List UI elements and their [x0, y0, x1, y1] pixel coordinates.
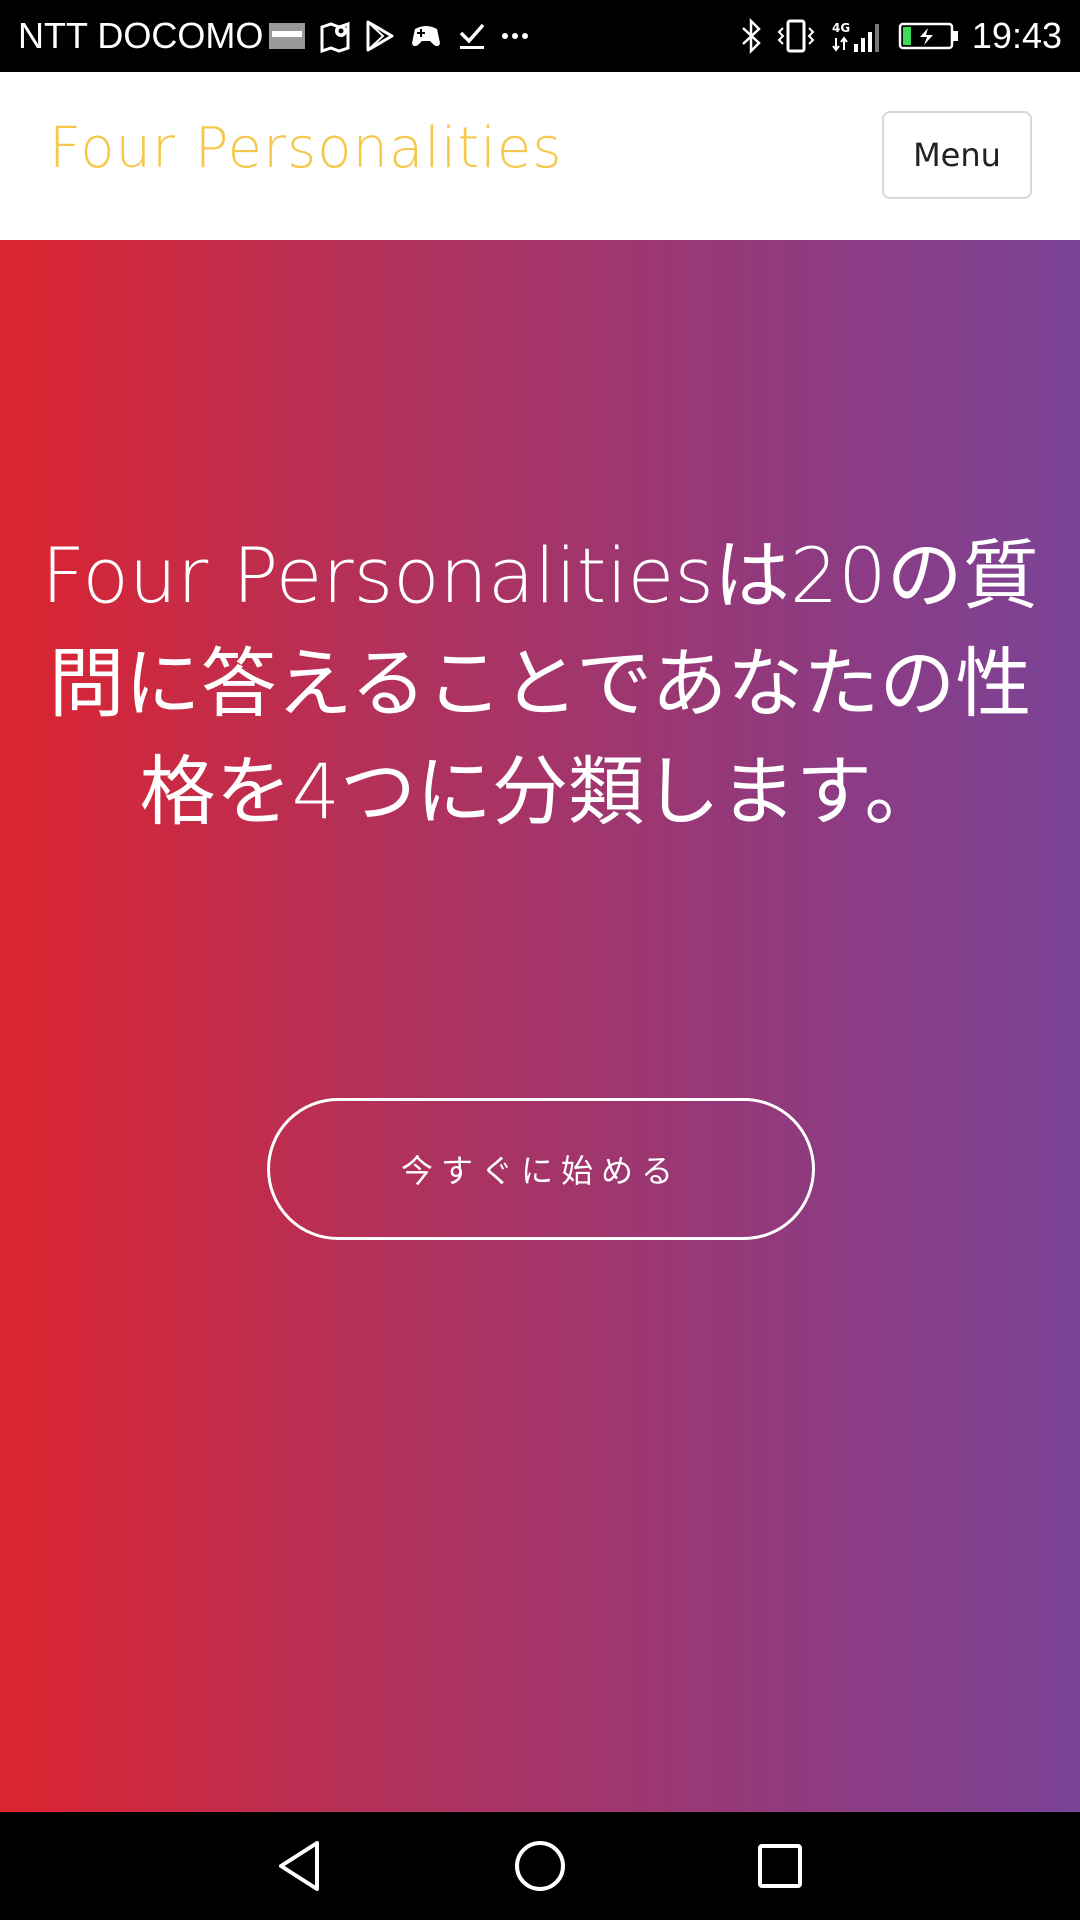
- recents-button[interactable]: [720, 1812, 840, 1920]
- download-done-icon: [457, 21, 487, 51]
- back-button[interactable]: [240, 1812, 360, 1920]
- carrier-name: NTT DOCOMO: [18, 15, 264, 56]
- status-bar: NTT DOCOMO 4G 19:43: [0, 0, 1080, 72]
- play-store-icon: [365, 20, 395, 52]
- app-header: Four Personalities Menu: [0, 72, 1080, 240]
- recents-icon: [758, 1844, 802, 1888]
- bluetooth-icon: [740, 18, 762, 54]
- status-left: NTT DOCOMO: [18, 15, 529, 57]
- svg-text:4G: 4G: [832, 21, 850, 35]
- yahoo-notification-icon: [269, 21, 306, 51]
- home-icon: [515, 1841, 565, 1891]
- game-controller-icon: [409, 21, 443, 51]
- hero-title: Four Personalitiesは20の質問に答えることであなたの性格を4つ…: [41, 531, 1039, 836]
- more-icon: [501, 32, 529, 40]
- back-icon: [279, 1841, 319, 1891]
- screen: NTT DOCOMO 4G 19:43 Four Personalities M…: [0, 0, 1080, 1920]
- hero-section: Four Personalitiesは20の質問に答えることであなたの性格を4つ…: [0, 240, 1080, 1812]
- home-button[interactable]: [480, 1812, 600, 1920]
- vibrate-icon: [776, 18, 816, 54]
- clock: 19:43: [971, 15, 1062, 56]
- start-now-button[interactable]: 今すぐに始める: [267, 1098, 815, 1240]
- signal-icon: 4G: [830, 18, 884, 54]
- brand-logo-link[interactable]: Four Personalities: [49, 116, 563, 181]
- menu-button[interactable]: Menu: [882, 111, 1032, 199]
- battery-charging-icon: [898, 21, 960, 51]
- status-right: 4G 19:43: [726, 15, 1062, 57]
- navigation-bar: [0, 1812, 1080, 1920]
- maps-icon: [319, 19, 351, 53]
